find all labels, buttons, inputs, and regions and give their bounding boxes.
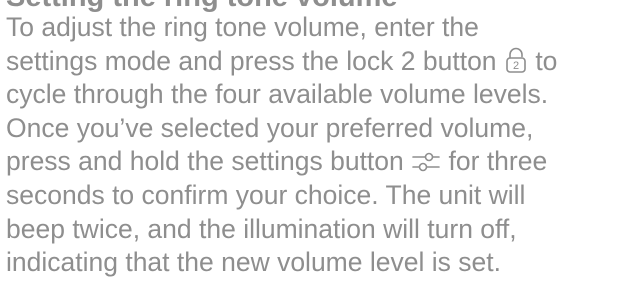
text-line-8: indicating that the new volume level is … [6, 247, 501, 278]
text-line-2-end: to [535, 45, 558, 76]
text-line-6: seconds to confirm your choice. The unit… [6, 179, 526, 210]
text-line-2: settings mode and press the lock 2 butto… [6, 45, 622, 79]
text-line-7: beep twice, and the illumination will tu… [6, 213, 517, 244]
manual-page: Setting the ring tone volume To adjust t… [0, 0, 624, 284]
instruction-paragraph: To adjust the ring tone volume, enter th… [6, 11, 622, 280]
lock-2-icon: 2 [505, 47, 527, 73]
text-line-4: Once you’ve selected your preferred volu… [6, 112, 534, 143]
text-line-5: press and hold the settings button for t… [6, 145, 622, 179]
settings-sliders-icon [412, 151, 440, 173]
text-line-5-start: press and hold the settings button [6, 146, 404, 177]
text-line-3: cycle through the four available volume … [6, 79, 549, 110]
text-line-2-start: settings mode and press the lock 2 butto… [6, 45, 497, 76]
text-line-5-end: for three [448, 146, 548, 177]
lock-number: 2 [513, 60, 519, 72]
text-line-1: To adjust the ring tone volume, enter th… [6, 12, 479, 42]
